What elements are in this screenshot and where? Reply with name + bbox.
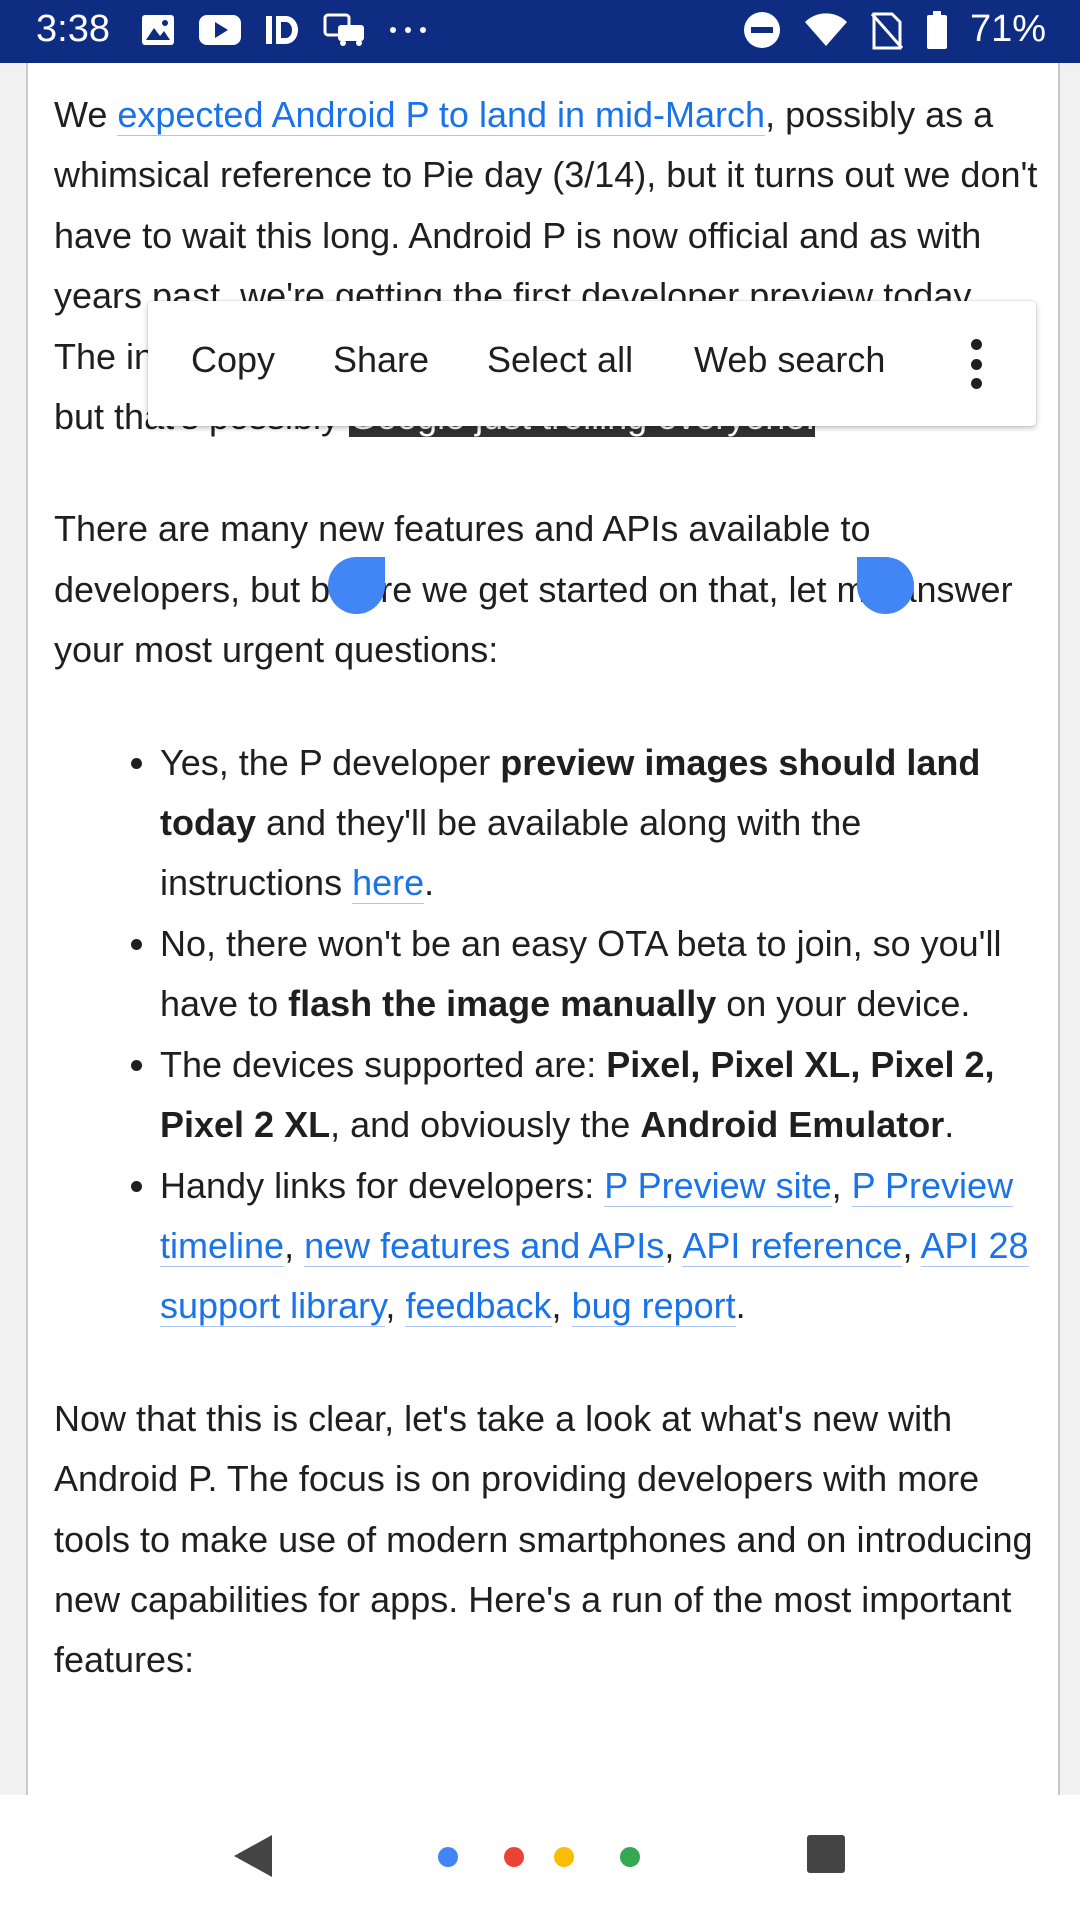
link-expected-android-p[interactable]: expected Android P to land in mid-March xyxy=(117,94,766,136)
no-sim-icon xyxy=(870,10,904,50)
faq-list: Yes, the P developer preview images shou… xyxy=(54,733,1044,1337)
navigation-bar xyxy=(0,1795,1080,1920)
link-new-features-apis[interactable]: new features and APIs xyxy=(304,1224,665,1267)
notification-icons xyxy=(140,12,428,48)
list-item: Yes, the P developer preview images shou… xyxy=(160,733,1044,914)
list-item: No, there won't be an easy OTA beta to j… xyxy=(160,914,1044,1035)
link-p-preview-site[interactable]: P Preview site xyxy=(604,1164,832,1207)
google-assistant-dots-icon[interactable] xyxy=(438,1847,640,1871)
intro-text: We expected Android P to land in mid-Mar… xyxy=(54,94,1038,317)
text-selection-menu: Copy Share Select all Web search xyxy=(148,301,1036,426)
system-icons: 71% xyxy=(742,8,1046,51)
battery-icon xyxy=(926,10,948,50)
battery-percentage: 71% xyxy=(969,8,1046,50)
features-intro-paragraph: Now that this is clear, let's take a loo… xyxy=(54,1397,1033,1681)
list-item: The devices supported are: Pixel, Pixel … xyxy=(160,1035,1044,1156)
back-triangle-icon[interactable] xyxy=(232,1833,274,1884)
copy-button[interactable]: Copy xyxy=(191,339,275,381)
do-not-disturb-icon xyxy=(742,10,782,50)
list-item: Handy links for developers: P Preview si… xyxy=(160,1156,1044,1337)
status-bar: 3:38 71% xyxy=(0,0,1080,63)
select-all-button[interactable]: Select all xyxy=(487,339,633,381)
selection-end-handle[interactable] xyxy=(857,557,914,614)
share-button[interactable]: Share xyxy=(333,339,429,381)
recents-square-icon[interactable] xyxy=(807,1835,845,1873)
web-search-button[interactable]: Web search xyxy=(694,339,885,381)
car-icon xyxy=(322,12,366,48)
link-here[interactable]: here xyxy=(352,862,425,905)
link-api-reference[interactable]: API reference xyxy=(682,1224,903,1267)
more-dots-icon xyxy=(388,25,428,35)
link-feedback[interactable]: feedback xyxy=(405,1285,552,1328)
selection-start-handle[interactable] xyxy=(328,557,385,614)
youtube-icon xyxy=(198,13,242,47)
id-icon xyxy=(264,13,300,47)
wifi-icon xyxy=(804,12,848,48)
status-time: 3:38 xyxy=(36,8,110,50)
more-vert-icon[interactable] xyxy=(964,339,988,389)
link-bug-report[interactable]: bug report xyxy=(571,1285,736,1328)
image-icon xyxy=(140,12,176,48)
